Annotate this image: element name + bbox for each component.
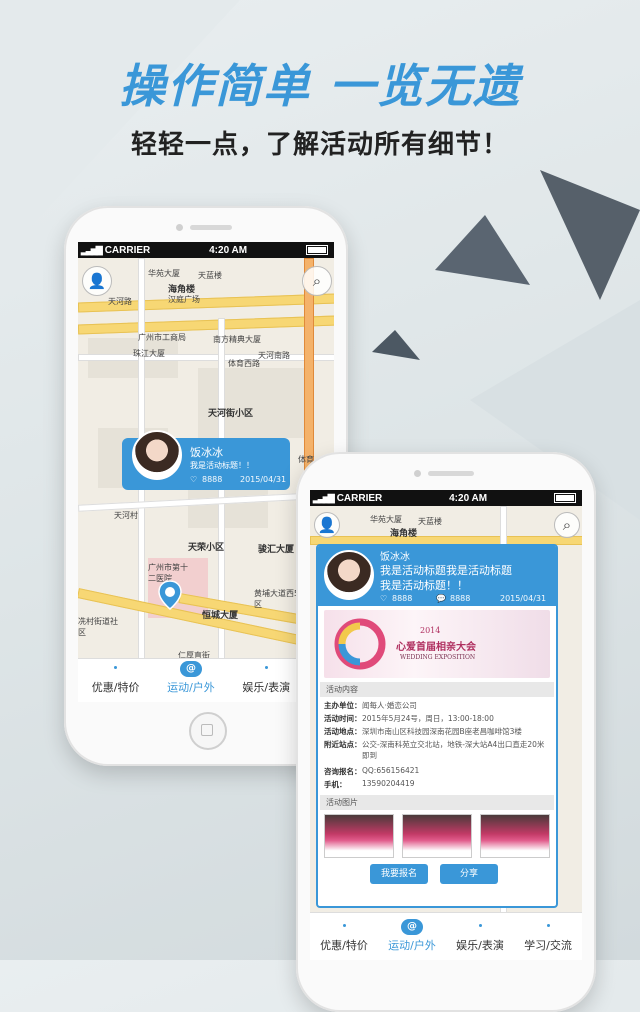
banner-title: 心爱首届相亲大会 <box>396 642 476 653</box>
map-view[interactable]: 华苑大厦 天蓝楼 海角楼 👤 ⌕ 饭冰冰 我是活动标题我是活动标题 我是活动标题… <box>310 506 582 912</box>
map-label: 海角楼 <box>390 529 418 539</box>
status-bar: ▂▃▅▇ CARRIER 4:20 AM <box>310 490 582 506</box>
front-camera <box>176 224 183 231</box>
map-label: 天河街小区 <box>208 409 254 419</box>
heart-icon: ♡ <box>190 475 198 484</box>
info-row-organizer: 主办单位： 闻每人·婚恋公司 <box>324 701 417 710</box>
clock: 4:20 AM <box>209 244 248 256</box>
map-label: 汉庭广场 <box>168 295 200 304</box>
detail-header: 饭冰冰 我是活动标题我是活动标题 我是活动标题！！ ♡ 8888 💬 8888 … <box>318 546 556 606</box>
map-label: 天河路 <box>108 297 132 306</box>
section-content-header: 活动内容 <box>320 682 554 697</box>
map-label: 华苑大厦 <box>148 269 180 278</box>
home-button[interactable] <box>189 712 227 750</box>
map-pin-icon[interactable] <box>158 580 182 610</box>
heart-icon[interactable]: ♡ <box>380 594 387 603</box>
signal-icon: ▂▃▅▇ <box>81 244 103 255</box>
hero-header: 操作简单 一览无遗 轻轻一点，了解活动所有细节！ <box>0 50 640 161</box>
user-profile-icon[interactable]: 👤 <box>314 512 340 538</box>
map-label: 天荣小区 <box>188 543 225 553</box>
tab-entertainment[interactable]: 娱乐/表演 <box>446 924 514 960</box>
map-label: 华苑大厦 <box>370 515 402 524</box>
map-label: 天河南路 <box>258 351 290 360</box>
hero-title: 操作简单 一览无遗 <box>118 59 521 113</box>
popup-title: 我是活动标题！！ <box>190 461 254 470</box>
map-label: 珠江大厦 <box>133 349 165 358</box>
tab-learning[interactable]: 学习/交流 <box>514 924 582 960</box>
share-button[interactable]: 分享 <box>440 864 498 884</box>
section-images-header: 活动图片 <box>320 795 554 810</box>
tab-sports-outdoor[interactable]: @ 运动/户外 <box>153 661 228 702</box>
heart-graphic-icon <box>334 618 386 670</box>
event-banner: 2014 心爱首届相亲大会 WEDDING EXPOSITION <box>324 610 550 678</box>
tab-bar: 优惠/特价 @ 运动/户外 娱乐/表演 学习/交流 <box>310 912 582 960</box>
banner-year: 2014 <box>420 626 441 635</box>
map-label: 广州市工商局 <box>138 333 186 342</box>
carrier-label: CARRIER <box>336 492 383 504</box>
detail-date: 2015/04/31 <box>500 594 547 603</box>
event-photos <box>318 812 556 860</box>
info-row-signup: 咨询报名： QQ:656156421 <box>324 766 420 776</box>
tab-discounts[interactable]: 优惠/特价 <box>310 924 378 960</box>
info-row-nearby: 附近站点： 公交-深南科苑立交北站，地铁-深大站A4出口直走20米即到 <box>324 740 545 760</box>
detail-name: 饭冰冰 <box>380 552 410 563</box>
detail-likes: 8888 <box>392 594 413 603</box>
tab-discounts[interactable]: 优惠/特价 <box>78 666 153 702</box>
info-row-phone: 手机： 13590204419 <box>324 779 415 789</box>
signal-icon: ▂▃▅▇ <box>313 492 335 503</box>
event-detail-card: 饭冰冰 我是活动标题我是活动标题 我是活动标题！！ ♡ 8888 💬 8888 … <box>316 544 558 908</box>
carrier-label: CARRIER <box>104 244 151 256</box>
tab-entertainment[interactable]: 娱乐/表演 <box>229 666 304 702</box>
screen-detail: ▂▃▅▇ CARRIER 4:20 AM 华苑大厦 天蓝楼 海角楼 👤 ⌕ 饭冰… <box>310 490 582 960</box>
map-label: 恒城大厦 <box>202 611 239 621</box>
search-icon[interactable]: ⌕ <box>554 512 580 538</box>
tab-sports-outdoor[interactable]: @ 运动/户外 <box>378 919 446 960</box>
map-label: 天河村 <box>114 511 138 520</box>
avatar <box>132 430 182 480</box>
signup-button[interactable]: 我要报名 <box>370 864 428 884</box>
popup-likes: 8888 <box>202 475 223 484</box>
battery-icon <box>306 245 328 255</box>
detail-title-line2: 我是活动标题！！ <box>380 579 468 592</box>
event-photo[interactable] <box>402 814 472 858</box>
avatar <box>324 550 374 600</box>
info-row-location: 活动地点： 深圳市南山区科技园深南花园B座老昌咖啡馆3楼 <box>324 727 522 736</box>
hero-subtitle: 轻轻一点，了解活动所有细节！ <box>130 130 509 160</box>
phone-right: ▂▃▅▇ CARRIER 4:20 AM 华苑大厦 天蓝楼 海角楼 👤 ⌕ 饭冰… <box>296 452 596 1012</box>
event-popup[interactable]: 饭冰冰 我是活动标题！！ ♡ 8888 2015/04/31 <box>122 430 290 490</box>
activity-logo-icon: @ <box>179 661 202 677</box>
detail-title-line1: 我是活动标题我是活动标题 <box>380 564 512 577</box>
battery-icon <box>554 493 576 503</box>
speaker-slot <box>190 225 232 230</box>
event-photo[interactable] <box>324 814 394 858</box>
activity-logo-icon: @ <box>401 919 423 935</box>
map-label: 天蓝楼 <box>198 271 222 280</box>
detail-comments: 8888 <box>450 594 471 603</box>
popup-date: 2015/04/31 <box>240 475 287 484</box>
banner-subtitle: WEDDING EXPOSITION <box>400 654 476 661</box>
user-profile-icon[interactable]: 👤 <box>82 266 112 296</box>
comment-icon[interactable]: 💬 <box>436 594 446 603</box>
map-label: 南方精典大厦 <box>213 335 261 344</box>
speaker-slot <box>428 471 474 476</box>
info-row-time: 活动时间： 2015年5月24号，周日，13:00-18:00 <box>324 714 494 723</box>
clock: 4:20 AM <box>449 492 488 504</box>
map-label: 体育西路 <box>228 359 260 368</box>
event-photo[interactable] <box>480 814 550 858</box>
front-camera <box>414 470 421 477</box>
search-icon[interactable]: ⌕ <box>302 266 332 296</box>
status-bar: ▂▃▅▇ CARRIER 4:20 AM <box>78 242 334 258</box>
map-label: 天蓝楼 <box>418 517 442 526</box>
map-label: 冼村街道社区 <box>78 617 118 637</box>
map-label: 仁厚直街 <box>178 651 210 658</box>
popup-name: 饭冰冰 <box>190 446 223 459</box>
map-label: 骏汇大厦 <box>258 545 295 555</box>
